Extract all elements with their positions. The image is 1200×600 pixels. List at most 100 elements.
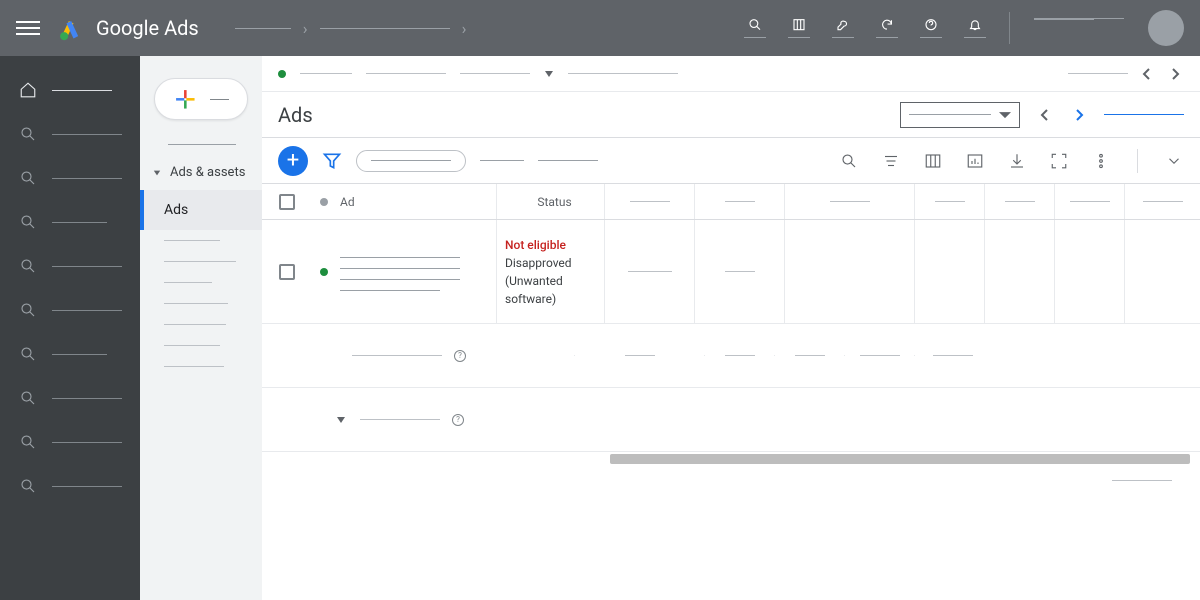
data-cell — [1054, 220, 1124, 323]
nav-item[interactable] — [0, 200, 140, 244]
breadcrumb-segment[interactable] — [320, 28, 450, 29]
info-icon[interactable]: ? — [452, 414, 464, 426]
refresh-icon[interactable] — [877, 18, 897, 38]
caret-down-icon — [999, 109, 1011, 121]
breadcrumb-segment[interactable] — [235, 28, 291, 29]
next-arrow-icon[interactable] — [1166, 65, 1184, 83]
notifications-icon[interactable] — [965, 18, 985, 38]
column-header[interactable] — [694, 184, 784, 219]
plus-colored-icon — [173, 87, 198, 112]
chevron-down-icon[interactable] — [544, 69, 554, 79]
data-cell — [844, 355, 914, 356]
row-label — [360, 419, 440, 420]
nav-item[interactable] — [0, 332, 140, 376]
view-select[interactable] — [900, 102, 1020, 128]
avatar[interactable] — [1148, 10, 1184, 46]
nav-item[interactable] — [0, 376, 140, 420]
search-icon — [18, 212, 38, 232]
top-actions — [745, 10, 1184, 46]
data-cell — [984, 220, 1054, 323]
info-icon[interactable]: ? — [454, 350, 466, 362]
columns-icon[interactable] — [923, 151, 943, 171]
column-header[interactable] — [1124, 184, 1200, 219]
search-icon — [18, 168, 38, 188]
search-icon[interactable] — [839, 151, 859, 171]
date-range[interactable] — [1068, 73, 1128, 74]
section-label: Ads & assets — [170, 165, 245, 180]
menu-icon[interactable] — [16, 16, 40, 40]
table-row[interactable]: Not eligible Disapproved (Unwanted softw… — [262, 220, 1200, 324]
sidebar-item-ads-active[interactable]: Ads — [140, 190, 262, 230]
search-icon[interactable] — [745, 18, 765, 38]
toolbar-link[interactable] — [480, 160, 524, 161]
column-header[interactable] — [1054, 184, 1124, 219]
home-icon — [18, 80, 38, 100]
status-error: Not eligible — [505, 236, 596, 254]
sidebar-section-ads-assets[interactable]: Ads & assets — [140, 155, 262, 190]
search-icon — [18, 256, 38, 276]
chevron-down-icon[interactable] — [1164, 151, 1184, 171]
scope-chip[interactable] — [460, 73, 530, 74]
create-button[interactable] — [154, 78, 248, 120]
nav-item-home[interactable] — [0, 68, 140, 112]
scope-chip[interactable] — [300, 73, 352, 74]
segment-icon[interactable] — [881, 151, 901, 171]
nav-item[interactable] — [0, 288, 140, 332]
sidebar-item[interactable] — [140, 356, 262, 377]
horizontal-scrollbar[interactable] — [262, 452, 1200, 466]
column-header-ad[interactable]: Ad — [336, 195, 496, 209]
search-icon — [18, 124, 38, 144]
prev-arrow-icon[interactable] — [1036, 106, 1054, 124]
sidebar-item[interactable] — [140, 335, 262, 356]
column-header[interactable] — [604, 184, 694, 219]
sidebar-item[interactable] — [140, 293, 262, 314]
status-dot-icon — [320, 268, 328, 276]
sidebar-item[interactable] — [140, 272, 262, 293]
ad-cell[interactable] — [336, 253, 496, 291]
sidebar-item[interactable] — [140, 230, 262, 251]
nav-item[interactable] — [0, 464, 140, 508]
sidebar-item[interactable] — [140, 314, 262, 335]
column-header[interactable] — [784, 184, 914, 219]
nav-item[interactable] — [0, 156, 140, 200]
download-icon[interactable] — [1007, 151, 1027, 171]
sidebar-item[interactable] — [140, 251, 262, 272]
scope-bar — [262, 56, 1200, 92]
page-header: Ads — [262, 92, 1200, 138]
data-cell — [1124, 220, 1200, 323]
search-icon — [18, 388, 38, 408]
toolbar-link[interactable] — [538, 160, 598, 161]
nav-item[interactable] — [0, 112, 140, 156]
nav-item[interactable] — [0, 420, 140, 464]
filter-icon[interactable] — [322, 151, 342, 171]
brand-logo[interactable]: Google Ads — [56, 14, 199, 42]
scope-chip[interactable] — [366, 73, 446, 74]
select-all-checkbox[interactable] — [279, 194, 295, 210]
column-header-status[interactable]: Status — [496, 184, 604, 219]
data-cell — [704, 355, 774, 356]
next-arrow-icon[interactable] — [1070, 106, 1088, 124]
expand-icon[interactable] — [1049, 151, 1069, 171]
data-cell — [694, 220, 784, 323]
help-icon[interactable] — [921, 18, 941, 38]
brand-text: Google Ads — [96, 16, 199, 40]
sidebar-item[interactable] — [140, 134, 262, 155]
header-link[interactable] — [1104, 114, 1184, 115]
chevron-down-icon — [336, 410, 346, 429]
more-icon[interactable] — [1091, 151, 1111, 171]
search-icon — [18, 432, 38, 452]
expandable-row[interactable]: ? — [262, 388, 1200, 452]
column-header[interactable] — [914, 184, 984, 219]
divider — [1009, 12, 1010, 44]
tools-icon[interactable] — [833, 18, 853, 38]
filter-chip[interactable] — [356, 150, 466, 172]
reports-icon[interactable] — [789, 18, 809, 38]
add-button[interactable]: + — [278, 146, 308, 176]
search-icon — [18, 344, 38, 364]
row-checkbox[interactable] — [279, 264, 295, 280]
nav-item[interactable] — [0, 244, 140, 288]
scope-chip[interactable] — [568, 73, 678, 74]
prev-arrow-icon[interactable] — [1138, 65, 1156, 83]
reports-icon[interactable] — [965, 151, 985, 171]
column-header[interactable] — [984, 184, 1054, 219]
